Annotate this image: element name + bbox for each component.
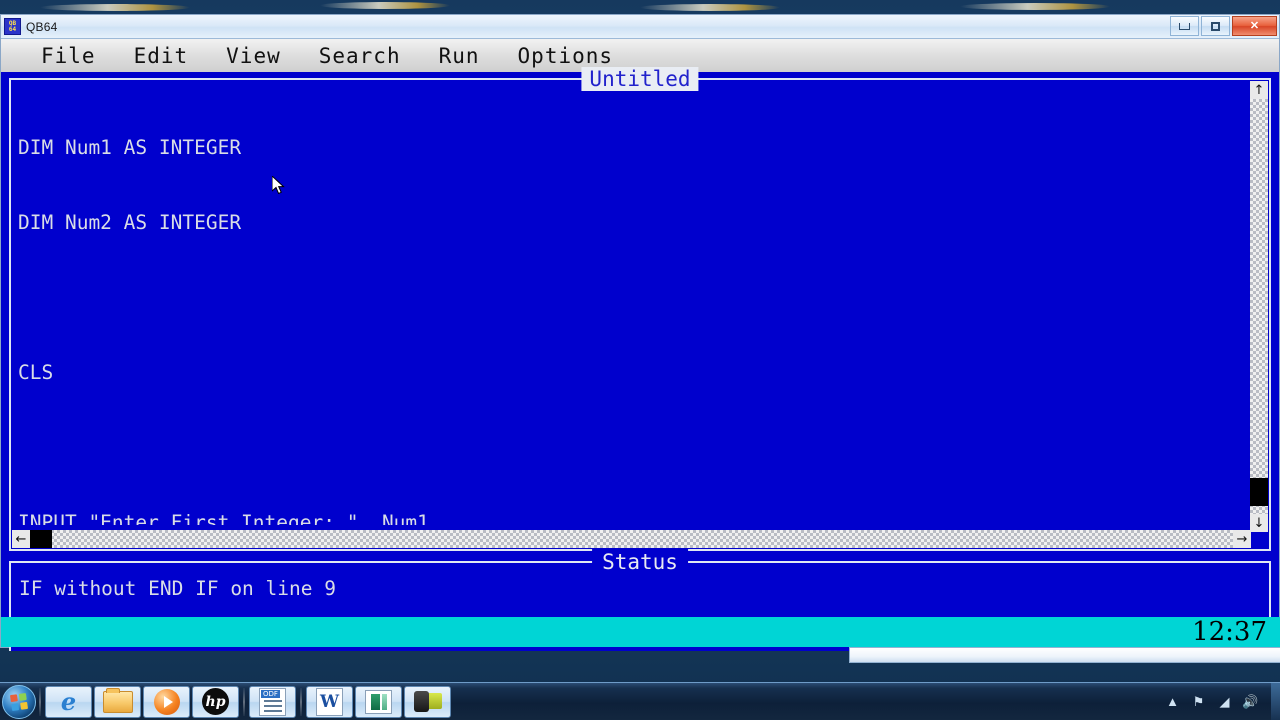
mouse-cursor <box>272 176 285 195</box>
odf-document-icon: ODF <box>259 687 286 716</box>
qb64-window: QB 64 QB64 ✕ File Edit View Search Run O… <box>0 14 1280 663</box>
minimize-icon <box>1179 22 1190 30</box>
show-desktop-button[interactable] <box>1271 682 1280 720</box>
media-player-icon <box>153 688 180 715</box>
taskbar-internet-explorer[interactable]: e <box>45 685 92 718</box>
network-icon[interactable]: ◢ <box>1216 693 1233 710</box>
internet-explorer-icon: e <box>60 686 77 716</box>
taskbar-separator <box>39 687 41 716</box>
code-area[interactable]: DIM Num1 AS INTEGER DIM Num2 AS INTEGER … <box>17 85 1245 525</box>
code-line: DIM Num1 AS INTEGER <box>18 136 242 159</box>
system-tray: ▲ ⚑ ◢ 🔊 <box>1164 693 1271 710</box>
clock: 12:37 <box>1192 617 1267 647</box>
window-bottom-strip <box>849 647 1280 663</box>
menu-item-options[interactable]: Options <box>518 44 614 68</box>
status-message: IF without END IF on line 9 <box>19 577 336 600</box>
odf-rows <box>263 699 282 713</box>
code-line: CLS <box>18 361 54 384</box>
menu-item-run[interactable]: Run <box>439 44 480 68</box>
taskbar-windows-explorer[interactable] <box>94 685 141 718</box>
menu-item-search[interactable]: Search <box>319 44 401 68</box>
qb64-icon: QB 64 <box>4 18 21 35</box>
windows-logo-icon <box>9 692 29 711</box>
vertical-scroll-thumb[interactable] <box>1250 478 1268 506</box>
editor-frame: Untitled DIM Num1 AS INTEGER DIM Num2 AS… <box>9 67 1271 551</box>
action-center-flag-icon[interactable]: ⚑ <box>1190 693 1207 710</box>
restore-icon <box>1211 21 1220 31</box>
odf-label: ODF <box>261 689 280 698</box>
windows-taskbar: e hp ODF W ▲ ⚑ ◢ 🔊 <box>0 682 1280 720</box>
horizontal-scroll-thumb[interactable] <box>30 530 52 548</box>
taskbar-separator <box>300 687 302 716</box>
code-line: INPUT "Enter First Integer: ", Num1 <box>18 511 429 525</box>
ide-bottom-bar: 12:37 <box>1 617 1280 647</box>
volume-icon[interactable]: 🔊 <box>1242 693 1259 710</box>
menu-item-edit[interactable]: Edit <box>134 44 189 68</box>
close-icon: ✕ <box>1249 19 1260 32</box>
hp-icon: hp <box>202 688 229 715</box>
taskbar-microsoft-word[interactable]: W <box>306 685 353 718</box>
horizontal-scrollbar[interactable]: ← → <box>12 530 1251 548</box>
scroll-left-button[interactable]: ← <box>12 530 30 548</box>
qb64-icon-bottom: 64 <box>8 25 17 33</box>
taskbar-separator <box>243 687 245 716</box>
vertical-scrollbar[interactable]: ↑ ↓ <box>1250 81 1268 532</box>
window-title: QB64 <box>26 19 58 34</box>
ide-body: Untitled DIM Num1 AS INTEGER DIM Num2 AS… <box>1 67 1279 651</box>
green-document-icon <box>365 689 392 714</box>
word-icon: W <box>316 687 343 716</box>
show-hidden-icons-icon[interactable]: ▲ <box>1164 693 1181 710</box>
horizontal-scroll-track[interactable] <box>30 530 1233 548</box>
scroll-up-button[interactable]: ↑ <box>1250 81 1268 99</box>
taskbar-camera-scanner[interactable] <box>404 685 451 718</box>
scroll-down-button[interactable]: ↓ <box>1250 514 1268 532</box>
screen: QB 64 QB64 ✕ File Edit View Search Run O… <box>0 0 1280 720</box>
folder-icon <box>102 687 133 713</box>
scroll-right-button[interactable]: → <box>1233 530 1251 548</box>
minimize-button[interactable] <box>1170 16 1199 36</box>
taskbar-hp-assistant[interactable]: hp <box>192 685 239 718</box>
vertical-scroll-track[interactable] <box>1250 99 1268 514</box>
taskbar-green-document[interactable] <box>355 685 402 718</box>
close-button[interactable]: ✕ <box>1232 16 1277 36</box>
restore-button[interactable] <box>1201 16 1230 36</box>
window-titlebar[interactable]: QB 64 QB64 ✕ <box>1 15 1279 39</box>
menu-item-view[interactable]: View <box>226 44 281 68</box>
camera-icon <box>413 690 442 713</box>
start-button[interactable] <box>2 684 36 719</box>
menu-item-file[interactable]: File <box>41 44 96 68</box>
taskbar-media-player[interactable] <box>143 685 190 718</box>
window-controls: ✕ <box>1170 16 1277 36</box>
code-line: DIM Num2 AS INTEGER <box>18 211 242 234</box>
taskbar-odf-document[interactable]: ODF <box>249 685 296 718</box>
status-title: Status <box>592 549 688 575</box>
